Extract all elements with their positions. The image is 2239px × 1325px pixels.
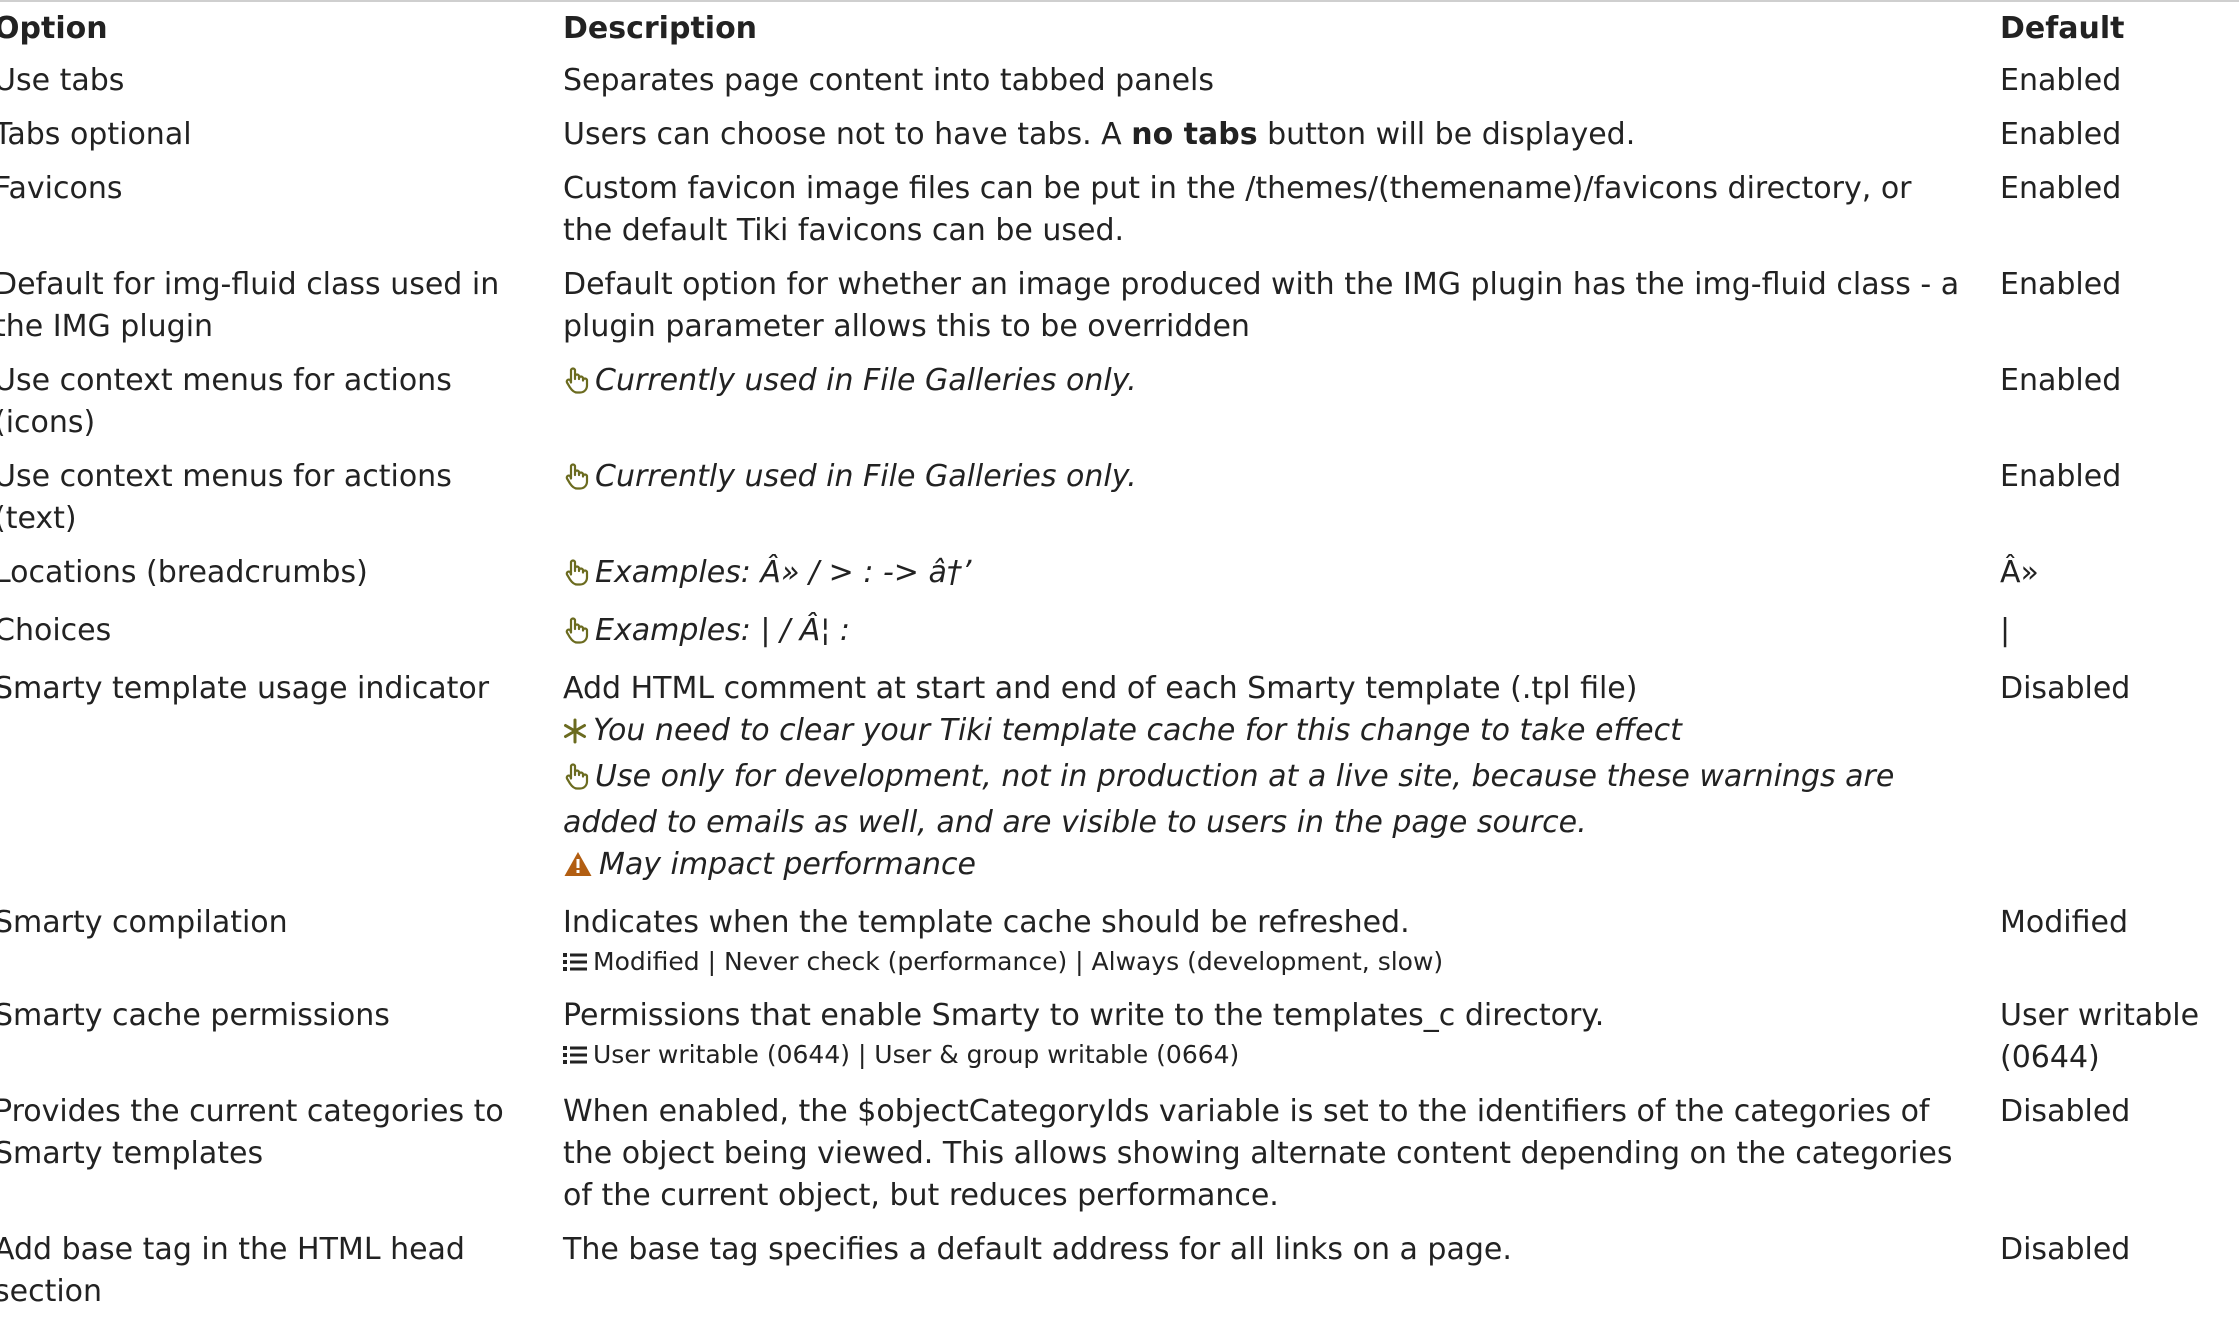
- option-description: Separates page content into tabbed panel…: [563, 63, 1215, 98]
- table-row: Provides the current categories to Smart…: [0, 1091, 2239, 1229]
- table-row: Tabs optional Users can choose not to ha…: [0, 114, 2239, 168]
- option-default: Enabled: [2000, 267, 2122, 302]
- hand-pointer-icon: [563, 556, 589, 598]
- table-row: Use context menus for actions (icons) Cu…: [0, 360, 2239, 456]
- table-row: Smarty template usage indicator Add HTML…: [0, 668, 2239, 902]
- option-name: Smarty cache permissions: [0, 998, 390, 1033]
- table-row: Use tabs Separates page content into tab…: [0, 60, 2239, 114]
- option-name: Tabs optional: [0, 117, 192, 152]
- description-text: button will be displayed.: [1257, 117, 1636, 152]
- top-border: [0, 0, 2239, 2]
- options-list: User writable (0644) | User & group writ…: [563, 1037, 1970, 1076]
- default-column-header: Default: [2000, 11, 2125, 46]
- hand-pointer-icon: [563, 760, 589, 802]
- option-name: Favicons: [0, 171, 123, 206]
- table-row: Default for img-fluid class used in the …: [0, 264, 2239, 360]
- option-default: Disabled: [2000, 1094, 2131, 1129]
- asterisk-icon: [563, 714, 587, 756]
- option-description: Add HTML comment at start and end of eac…: [563, 668, 2000, 902]
- option-description: Examples: Â» / > : -> â†’: [563, 552, 2000, 610]
- option-description: Examples: | / Â¦ :: [563, 610, 2000, 668]
- option-default: Enabled: [2000, 171, 2122, 206]
- hand-pointer-icon: [563, 614, 589, 656]
- warning-text: May impact performance: [599, 847, 976, 882]
- tip-text: Currently used in File Galleries only.: [595, 363, 1137, 398]
- table-row: Smarty compilation Indicates when the te…: [0, 902, 2239, 995]
- option-name: Default for img-fluid class used in the …: [0, 267, 500, 344]
- tip: Use only for development, not in product…: [563, 756, 1970, 844]
- option-description: The base tag specifies a default address…: [563, 1232, 1512, 1267]
- tip-text: Currently used in File Galleries only.: [595, 459, 1137, 494]
- option-column-header: Option: [0, 11, 108, 46]
- table-row: Smarty cache permissions Permissions tha…: [0, 995, 2239, 1091]
- option-name: Locations (breadcrumbs): [0, 555, 368, 590]
- option-default: |: [2000, 613, 2011, 648]
- table-header-row: Option Description Default: [0, 8, 2239, 60]
- table-row: Choices Examples: | / Â¦ : |: [0, 610, 2239, 668]
- option-default: Disabled: [2000, 1232, 2131, 1267]
- option-name: Use tabs: [0, 63, 125, 98]
- hand-pointer-icon: [563, 460, 589, 502]
- tip-text: Examples: | / Â¦ :: [595, 613, 850, 648]
- hand-pointer-icon: [563, 364, 589, 406]
- options-list: Modified | Never check (performance) | A…: [563, 944, 1970, 983]
- option-default: Enabled: [2000, 459, 2122, 494]
- option-name: Use context menus for actions (text): [0, 459, 452, 536]
- tip-text: Examples: Â» / > : -> â†’: [595, 555, 972, 590]
- description-text: Add HTML comment at start and end of eac…: [563, 671, 1638, 706]
- option-name: Provides the current categories to Smart…: [0, 1094, 504, 1171]
- option-name: Use context menus for actions (icons): [0, 363, 452, 440]
- description-text: Permissions that enable Smarty to write …: [563, 998, 1605, 1033]
- tip-text: Use only for development, not in product…: [563, 759, 1895, 840]
- option-description: Currently used in File Galleries only.: [563, 456, 2000, 552]
- option-default: Disabled: [2000, 671, 2131, 706]
- cache-note: You need to clear your Tiki template cac…: [563, 710, 1970, 756]
- option-default: Modified: [2000, 905, 2129, 940]
- description-bold-text: no tabs: [1131, 117, 1258, 152]
- options-list-text: User writable (0644) | User & group writ…: [593, 1040, 1240, 1069]
- option-description: Currently used in File Galleries only.: [563, 360, 2000, 456]
- performance-warning: May impact performance: [563, 844, 1970, 890]
- list-icon: [563, 947, 587, 983]
- option-default: Enabled: [2000, 117, 2122, 152]
- preferences-table: Option Description Default Use tabs Sepa…: [0, 8, 2239, 1325]
- option-description: Permissions that enable Smarty to write …: [563, 995, 2000, 1091]
- option-description: Indicates when the template cache should…: [563, 902, 2000, 995]
- description-column-header: Description: [563, 11, 758, 46]
- option-description: Users can choose not to have tabs. A no …: [563, 114, 2000, 168]
- table-row: Favicons Custom favicon image files can …: [0, 168, 2239, 264]
- table-row: Add base tag in the HTML head section Th…: [0, 1229, 2239, 1325]
- options-list-text: Modified | Never check (performance) | A…: [593, 947, 1444, 976]
- table-row: Locations (breadcrumbs) Examples: Â» / >…: [0, 552, 2239, 610]
- option-description: Custom favicon image files can be put in…: [563, 171, 1912, 248]
- option-name: Smarty template usage indicator: [0, 671, 490, 706]
- option-name: Choices: [0, 613, 112, 648]
- option-name: Add base tag in the HTML head section: [0, 1232, 465, 1309]
- option-default: Â»: [2000, 555, 2039, 590]
- table-row: Use context menus for actions (text) Cur…: [0, 456, 2239, 552]
- option-default: User writable (0644): [2000, 998, 2200, 1075]
- option-name: Smarty compilation: [0, 905, 288, 940]
- list-icon: [563, 1040, 587, 1076]
- description-text: Indicates when the template cache should…: [563, 905, 1410, 940]
- description-text: Users can choose not to have tabs. A: [563, 117, 1132, 152]
- option-description: Default option for whether an image prod…: [563, 267, 1960, 344]
- cache-note-text: You need to clear your Tiki template cac…: [593, 713, 1682, 748]
- option-default: Enabled: [2000, 63, 2122, 98]
- option-default: Enabled: [2000, 363, 2122, 398]
- warning-triangle-icon: [563, 848, 593, 890]
- option-description: When enabled, the $objectCategoryIds var…: [563, 1094, 1953, 1213]
